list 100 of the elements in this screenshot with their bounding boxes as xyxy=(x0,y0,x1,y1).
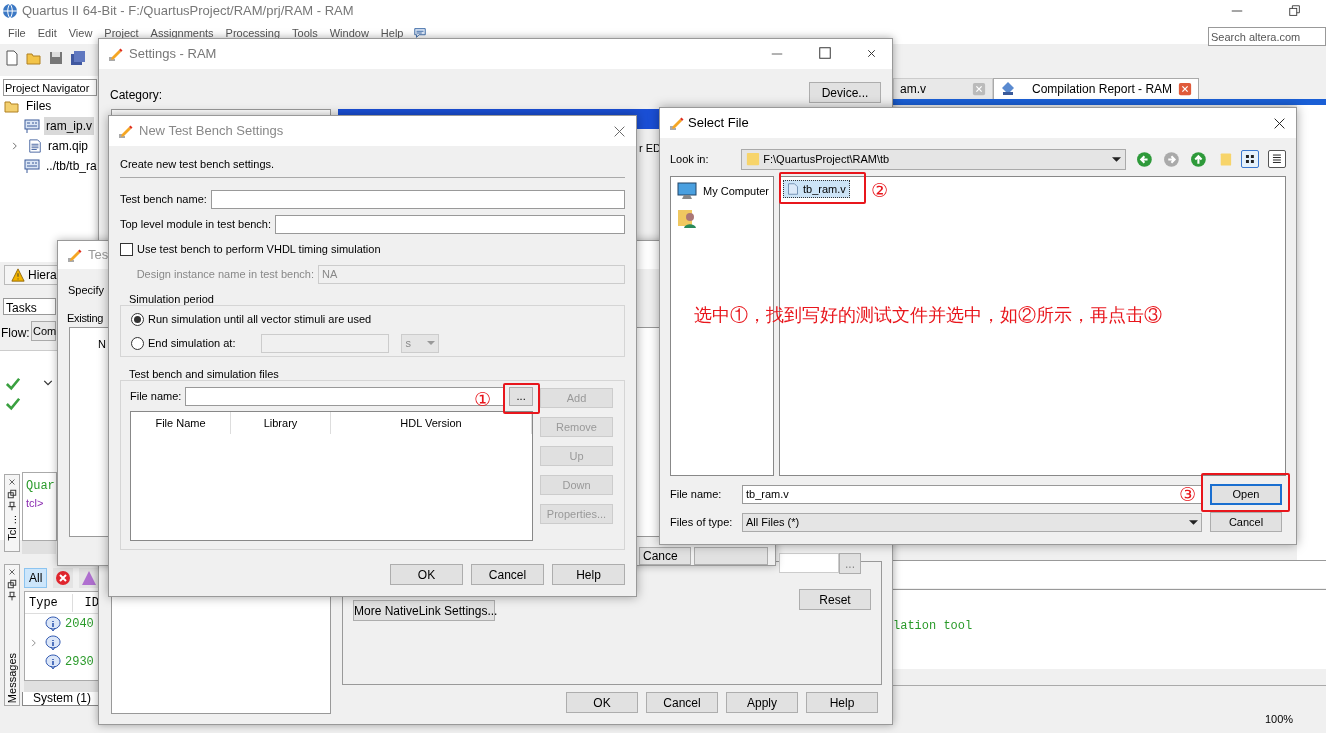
column-header[interactable]: N xyxy=(98,336,106,353)
checkbox[interactable] xyxy=(120,242,133,256)
browse-button[interactable]: ... xyxy=(509,386,533,406)
column-header[interactable]: HDL Version xyxy=(331,412,532,434)
group-title: Test bench and simulation files xyxy=(128,367,280,380)
dialog-button[interactable]: Help xyxy=(806,692,878,713)
folder-icon xyxy=(4,98,20,114)
dialog-button[interactable]: OK xyxy=(390,564,463,585)
navigator-tree-item[interactable]: ram.qip xyxy=(46,137,90,155)
menu-item[interactable]: View xyxy=(62,24,99,42)
cancel-button[interactable]: Cancel xyxy=(1210,512,1282,532)
error-icon[interactable] xyxy=(53,568,74,588)
scrollbar[interactable] xyxy=(24,681,100,692)
menu-item[interactable]: Help xyxy=(374,24,410,42)
save-all-icon[interactable] xyxy=(70,50,86,66)
forward-icon[interactable] xyxy=(1162,150,1180,168)
grid-view-icon[interactable] xyxy=(1241,150,1260,168)
cancel-button[interactable]: Cance xyxy=(639,547,691,565)
message-id: 2930 xyxy=(65,653,94,671)
warning-icon[interactable] xyxy=(79,568,100,588)
field-label: Test bench name: xyxy=(120,191,207,207)
tasks-dropdown[interactable]: Tasks xyxy=(3,298,56,315)
dialog-button[interactable]: Cancel xyxy=(471,564,544,585)
back-icon[interactable] xyxy=(1136,150,1153,168)
reset-button[interactable]: Reset xyxy=(799,589,871,610)
document-tab[interactable]: Compilation Report - RAM xyxy=(993,78,1200,99)
dialog-button[interactable]: Apply xyxy=(726,692,798,713)
pin-icon[interactable] xyxy=(7,501,17,511)
place-item[interactable]: My Computer xyxy=(703,182,770,200)
text-field[interactable] xyxy=(275,214,625,234)
navigator-tree-item[interactable]: Files xyxy=(24,97,54,115)
column-header[interactable]: ID xyxy=(72,593,99,612)
dropdown-arrow-icon xyxy=(1112,156,1122,162)
nativelink-button[interactable]: More NativeLink Settings... xyxy=(353,600,495,621)
save-icon[interactable] xyxy=(48,50,64,66)
dialog-text: Create new test bench settings. xyxy=(120,157,276,171)
maximize-icon[interactable] xyxy=(819,47,831,59)
radio-button[interactable] xyxy=(131,336,144,350)
chat-icon[interactable] xyxy=(413,26,428,40)
dialog-button[interactable]: Help xyxy=(552,564,625,585)
radio-button[interactable] xyxy=(131,312,144,326)
report-icon xyxy=(1000,81,1016,97)
undock-icon[interactable] xyxy=(7,579,17,589)
menu-item[interactable]: Processing xyxy=(219,24,286,42)
column-header[interactable]: Type xyxy=(25,593,73,612)
undock-icon[interactable] xyxy=(7,489,17,499)
menu-item[interactable]: Edit xyxy=(31,24,63,42)
column-header[interactable]: File Name xyxy=(131,412,231,434)
navigator-tree-item[interactable]: ram_ip.v xyxy=(44,117,94,135)
dialog-title: Select File xyxy=(688,114,749,133)
menu-item[interactable]: Window xyxy=(323,24,375,42)
device-button[interactable]: Device... xyxy=(809,82,881,103)
file-type-dropdown[interactable]: All Files (*) xyxy=(742,512,1202,532)
search-field[interactable]: Search altera.com xyxy=(1208,27,1326,46)
dialog-button[interactable] xyxy=(694,547,768,565)
info-icon xyxy=(45,653,61,670)
text-field[interactable] xyxy=(185,386,506,406)
warning-icon xyxy=(11,268,25,282)
time-field[interactable] xyxy=(261,333,390,353)
text-field[interactable] xyxy=(210,189,625,209)
path-field[interactable] xyxy=(779,553,839,573)
console-line: tcl> xyxy=(26,496,45,511)
restore-icon[interactable] xyxy=(1288,4,1302,18)
flow-label: Flow: xyxy=(1,325,30,342)
checkmark-icon xyxy=(5,377,21,391)
section-label: Existing xyxy=(67,311,104,326)
checkmark-icon xyxy=(5,397,21,411)
pin-icon[interactable] xyxy=(7,591,17,601)
highlight-box xyxy=(503,383,540,414)
dialog-button[interactable]: OK xyxy=(566,692,638,713)
navigator-dropdown[interactable]: Project Navigator xyxy=(3,79,97,96)
look-in-dropdown[interactable]: F:\QuartusProject\RAM\tb xyxy=(741,148,1127,170)
open-folder-icon[interactable] xyxy=(26,50,42,66)
menu-item[interactable]: Tools xyxy=(286,24,324,42)
dialog-title: Tes xyxy=(88,246,109,265)
close-icon[interactable] xyxy=(1273,116,1286,130)
menu-item[interactable]: Project xyxy=(98,24,145,42)
menu-item[interactable]: File xyxy=(2,24,32,42)
verilog-file-icon xyxy=(24,118,40,134)
scrollbar[interactable] xyxy=(22,541,56,554)
hierarchy-tab-label: Hiera xyxy=(28,267,57,284)
dialog-title: New Test Bench Settings xyxy=(139,122,284,141)
menu-item[interactable]: Assignments xyxy=(144,24,220,42)
list-entry[interactable]: tb_ram.v xyxy=(783,180,850,198)
new-file-icon[interactable] xyxy=(4,50,20,66)
close-icon[interactable] xyxy=(865,47,878,60)
list-view-icon[interactable] xyxy=(1268,150,1286,168)
flow-dropdown[interactable]: Com xyxy=(31,321,56,341)
navigator-tree-item[interactable]: ../tb/tb_ra xyxy=(44,157,99,175)
document-tab[interactable]: am.v xyxy=(893,78,993,99)
field-label: Design instance name in test bench: xyxy=(136,266,314,282)
field-label: Files of type: xyxy=(670,514,734,530)
open-button[interactable]: Open xyxy=(1210,483,1282,505)
filter-button[interactable]: All xyxy=(24,568,48,588)
field-label: Top level module in test bench: xyxy=(120,216,272,232)
document-icon xyxy=(28,138,42,154)
column-header[interactable]: Library xyxy=(231,412,331,434)
up-icon[interactable] xyxy=(1189,150,1207,168)
console-line: Quar xyxy=(26,478,53,495)
dialog-button[interactable]: Cancel xyxy=(646,692,718,713)
